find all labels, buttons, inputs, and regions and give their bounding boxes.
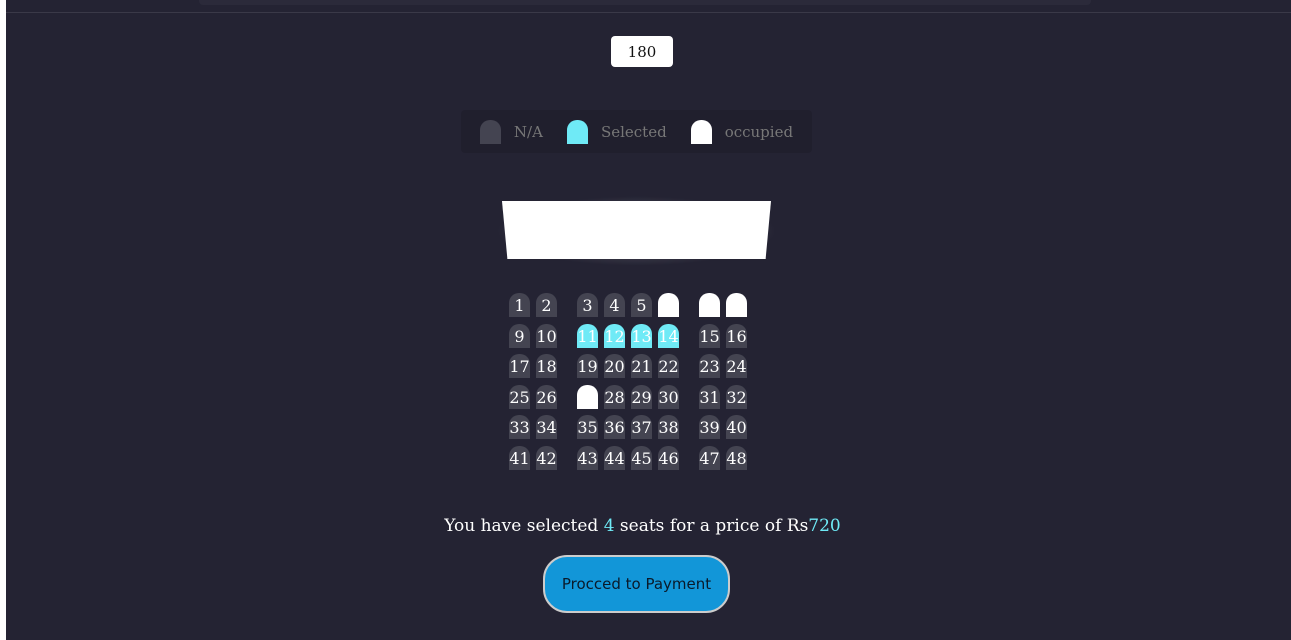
seat[interactable]	[577, 384, 598, 409]
seat[interactable]: 35	[577, 415, 598, 439]
seat[interactable]: 1	[509, 293, 530, 317]
legend-item-selected: Selected	[566, 119, 667, 144]
seat[interactable]: 23	[699, 354, 720, 378]
seat[interactable]: 32	[726, 384, 747, 409]
ticket-price-input[interactable]: 180	[611, 36, 673, 67]
seat[interactable]: 43	[577, 445, 598, 470]
summary-middle: seats for a price of Rs	[614, 516, 809, 536]
seat-row: 33 34 35 36 37 38 39 40	[509, 415, 753, 439]
seat-row: 12345	[509, 293, 753, 317]
seat[interactable]: 2	[536, 293, 557, 317]
seat[interactable]: 20	[604, 354, 625, 378]
seat[interactable]: 4	[604, 293, 625, 317]
seat[interactable]: 19	[577, 354, 598, 378]
seat[interactable]: 33	[509, 415, 530, 439]
seat[interactable]: 39	[699, 415, 720, 439]
top-bar	[199, 0, 1091, 5]
seat[interactable]: 34	[536, 415, 557, 439]
legend-label-occupied: occupied	[724, 122, 794, 141]
seat[interactable]: 45	[631, 445, 652, 470]
seat[interactable]: 13	[631, 323, 652, 348]
seat[interactable]: 11	[577, 323, 598, 348]
seat[interactable]: 24	[726, 354, 747, 378]
seat[interactable]: 22	[658, 354, 679, 378]
seat[interactable]: 41	[509, 445, 530, 470]
seat[interactable]: 3	[577, 293, 598, 317]
seat[interactable]: 46	[658, 445, 679, 470]
seat[interactable]: 14	[658, 323, 679, 348]
occupied-seat-icon	[690, 119, 712, 144]
seat[interactable]	[658, 293, 679, 317]
seat[interactable]: 30	[658, 384, 679, 409]
selected-count: 4	[603, 516, 615, 536]
seat[interactable]	[726, 293, 747, 317]
booking-page: 180 N/A Selected occupied 1 2 3 4 5 9 10 11 12 13…	[6, 0, 1291, 640]
seat[interactable]: 29	[631, 384, 652, 409]
seat[interactable]: 9	[509, 323, 530, 348]
seat[interactable]: 5	[631, 293, 652, 317]
seat-row: 17 18 19 20 21 22 23 24	[509, 354, 753, 378]
seat[interactable]: 12	[604, 323, 625, 348]
seat[interactable]: 48	[726, 445, 747, 470]
seat-grid: 1 2 3 4 5 9 10 11 12 13 14 15 16 17 18 19 20 21 22 23 24 25 26…	[509, 293, 753, 476]
summary-prefix: You have selected	[444, 516, 604, 536]
selected-seat-icon	[566, 119, 588, 144]
seat[interactable]: 21	[631, 354, 652, 378]
legend-item-na: N/A	[479, 119, 543, 144]
seat[interactable]: 36	[604, 415, 625, 439]
seat[interactable]: 16	[726, 323, 747, 348]
seat[interactable]: 38	[658, 415, 679, 439]
seat[interactable]: 44	[604, 445, 625, 470]
seat[interactable]: 15	[699, 323, 720, 348]
seat[interactable]: 26	[536, 384, 557, 409]
seat[interactable]: 42	[536, 445, 557, 470]
seat[interactable]: 31	[699, 384, 720, 409]
legend-item-occupied: occupied	[690, 119, 794, 144]
seat[interactable]: 18	[536, 354, 557, 378]
proceed-to-payment-button[interactable]: Procced to Payment	[543, 555, 730, 613]
seat-row: 9 10 11 12 13 14 15 16	[509, 323, 753, 348]
seat[interactable]	[699, 293, 720, 317]
seat[interactable]: 40	[726, 415, 747, 439]
na-seat-icon	[479, 119, 501, 144]
total-price: 720	[808, 516, 841, 536]
seat[interactable]: 28	[604, 384, 625, 409]
seat-row: 41 42 43 44 45 46 47 48	[509, 445, 753, 470]
seat-row: 25 26 28 29 30 31 32	[509, 384, 753, 409]
seat[interactable]: 25	[509, 384, 530, 409]
seat-legend: N/A Selected occupied	[461, 110, 812, 153]
seat[interactable]: 47	[699, 445, 720, 470]
selection-summary: You have selected 4 seats for a price of…	[6, 516, 1279, 536]
legend-label-selected: Selected	[600, 122, 667, 141]
seat[interactable]: 10	[536, 323, 557, 348]
seat[interactable]: 37	[631, 415, 652, 439]
cinema-screen	[502, 201, 771, 259]
legend-label-na: N/A	[513, 122, 543, 141]
seat[interactable]: 17	[509, 354, 530, 378]
